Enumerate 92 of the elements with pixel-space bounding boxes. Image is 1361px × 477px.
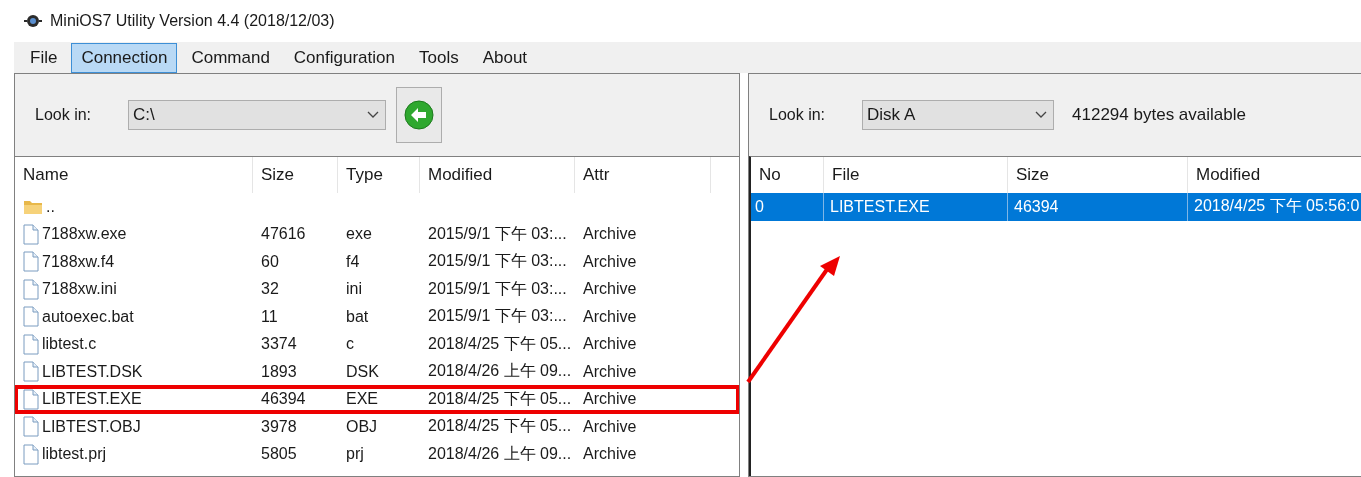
table-cell-text: 5805: [260, 444, 298, 465]
file-icon: [23, 333, 39, 355]
file-icon: [23, 388, 39, 410]
file-icon: [23, 361, 39, 383]
file-row[interactable]: libtest.prj 5805 prj 2018/4/26 上午 09... Archive: [15, 440, 739, 468]
column-header[interactable]: Attr: [575, 157, 711, 193]
column-header[interactable]: Size: [253, 157, 338, 193]
table-cell: 0: [751, 193, 824, 221]
chevron-down-icon: [367, 111, 380, 119]
menu-item[interactable]: Command: [181, 42, 280, 73]
table-cell-text: Archive: [582, 251, 638, 272]
table-cell-text: 2018/4/25 下午 05...: [427, 388, 573, 409]
table-cell-text: 32: [260, 279, 280, 300]
file-name-cell: ..: [15, 193, 253, 221]
folder-icon: [23, 198, 43, 215]
table-cell-text: Archive: [582, 416, 638, 437]
table-cell-text: Archive: [582, 389, 638, 410]
menu-item[interactable]: File: [20, 42, 68, 73]
table-cell-text: 2018/4/25 下午 05:56:0: [1193, 196, 1361, 217]
app-icon: [24, 13, 42, 29]
file-row[interactable]: LIBTEST.DSK 1893 DSK 2018/4/26 上午 09... Archive: [15, 358, 739, 386]
file-row[interactable]: 7188xw.ini 32 ini 2015/9/1 下午 03:... Archive: [15, 275, 739, 303]
table-cell-text: bat: [345, 306, 370, 327]
table-cell-text: 60: [260, 251, 280, 272]
file-row[interactable]: 0 LIBTEST.EXE 46394 2018/4/25 下午 05:56:0: [751, 193, 1361, 221]
file-icon: [23, 223, 39, 245]
table-cell-text: EXE: [345, 389, 379, 410]
file-icon: [23, 251, 39, 273]
file-row[interactable]: LIBTEST.OBJ 3978 OBJ 2018/4/25 下午 05... Archive: [15, 413, 739, 441]
table-cell-text: 2015/9/1 下午 03:...: [427, 278, 568, 299]
table-cell-text: exe: [345, 224, 373, 245]
back-button[interactable]: [396, 87, 443, 143]
file-row[interactable]: LIBTEST.EXE 46394 EXE 2018/4/25 下午 05... Archive: [15, 385, 739, 413]
table-cell-text: Archive: [582, 279, 638, 300]
drive-dropdown[interactable]: C:\: [128, 100, 387, 130]
file-name-cell: libtest.prj: [15, 440, 253, 468]
menu-item[interactable]: About: [472, 42, 538, 73]
table-cell-text: 11: [260, 306, 279, 327]
table-cell-text: 2018/4/25 下午 05...: [427, 333, 573, 354]
column-header[interactable]: Modified: [420, 157, 575, 193]
table-cell-text: Archive: [582, 334, 638, 355]
look-in-label: Look in:: [769, 106, 826, 124]
table-cell-text: 3374: [260, 334, 298, 355]
table-cell: LIBTEST.EXE: [824, 193, 1008, 221]
file-name-cell: 7188xw.f4: [15, 248, 253, 276]
table-cell-text: 1893: [260, 361, 298, 382]
bytes-available-text: 412294 bytes available: [1072, 105, 1246, 125]
file-row[interactable]: 7188xw.f4 60 f4 2015/9/1 下午 03:... Archive: [15, 248, 739, 276]
look-in-label: Look in:: [35, 106, 92, 124]
table-cell-text: Archive: [582, 444, 638, 465]
table-cell-text: 47616: [260, 224, 307, 245]
file-icon: [23, 443, 39, 465]
table-cell-text: 2015/9/1 下午 03:...: [427, 223, 568, 244]
table-cell-text: OBJ: [345, 416, 379, 437]
chevron-down-icon: [1035, 111, 1048, 119]
file-icon: [23, 416, 39, 438]
table-cell-text: 2018/4/26 上午 09...: [427, 443, 573, 464]
table-cell-text: c: [345, 334, 355, 355]
menu-item[interactable]: Configuration: [283, 42, 405, 73]
file-name-cell: autoexec.bat: [15, 303, 253, 331]
table-cell-text: 2018/4/26 上午 09...: [427, 361, 573, 382]
file-row[interactable]: ..: [15, 193, 739, 221]
table-cell-text: 46394: [260, 389, 307, 410]
file-row[interactable]: 7188xw.exe 47616 exe 2015/9/1 下午 03:... Archive: [15, 220, 739, 248]
file-icon: [23, 278, 39, 300]
table-cell-text: 2015/9/1 下午 03:...: [427, 251, 568, 272]
file-name-cell: LIBTEST.OBJ: [15, 413, 253, 441]
table-cell-text: f4: [345, 251, 361, 272]
table-cell-text: 2015/9/1 下午 03:...: [427, 306, 568, 327]
table-cell-text: 2018/4/25 下午 05...: [427, 416, 573, 437]
file-name-cell: 7188xw.ini: [15, 275, 253, 303]
column-header[interactable]: Name: [15, 157, 253, 193]
file-row[interactable]: autoexec.bat 11 bat 2015/9/1 下午 03:... Archive: [15, 303, 739, 331]
menu-item[interactable]: Connection: [71, 42, 178, 73]
table-cell-text: Archive: [582, 224, 638, 245]
table-cell-text: Archive: [582, 306, 638, 327]
menu-item[interactable]: Tools: [408, 42, 469, 73]
table-cell-text: DSK: [345, 361, 380, 382]
table-cell: 46394: [1008, 193, 1188, 221]
file-name-cell: LIBTEST.DSK: [15, 358, 253, 386]
table-cell-text: prj: [345, 444, 365, 465]
table-cell-text: Archive: [582, 361, 638, 382]
disk-dropdown[interactable]: Disk A: [862, 100, 1055, 130]
file-name-cell: libtest.c: [15, 330, 253, 358]
file-name-cell: LIBTEST.EXE: [15, 385, 253, 413]
window-title: MiniOS7 Utility Version 4.4 (2018/12/03): [50, 12, 335, 30]
table-cell-text: 3978: [260, 416, 298, 437]
file-row[interactable]: libtest.c 3374 c 2018/4/25 下午 05... Archive: [15, 330, 739, 358]
table-cell-text: ini: [345, 279, 363, 300]
file-name-cell: 7188xw.exe: [15, 220, 253, 248]
file-icon: [23, 306, 39, 328]
column-header[interactable]: Type: [338, 157, 420, 193]
